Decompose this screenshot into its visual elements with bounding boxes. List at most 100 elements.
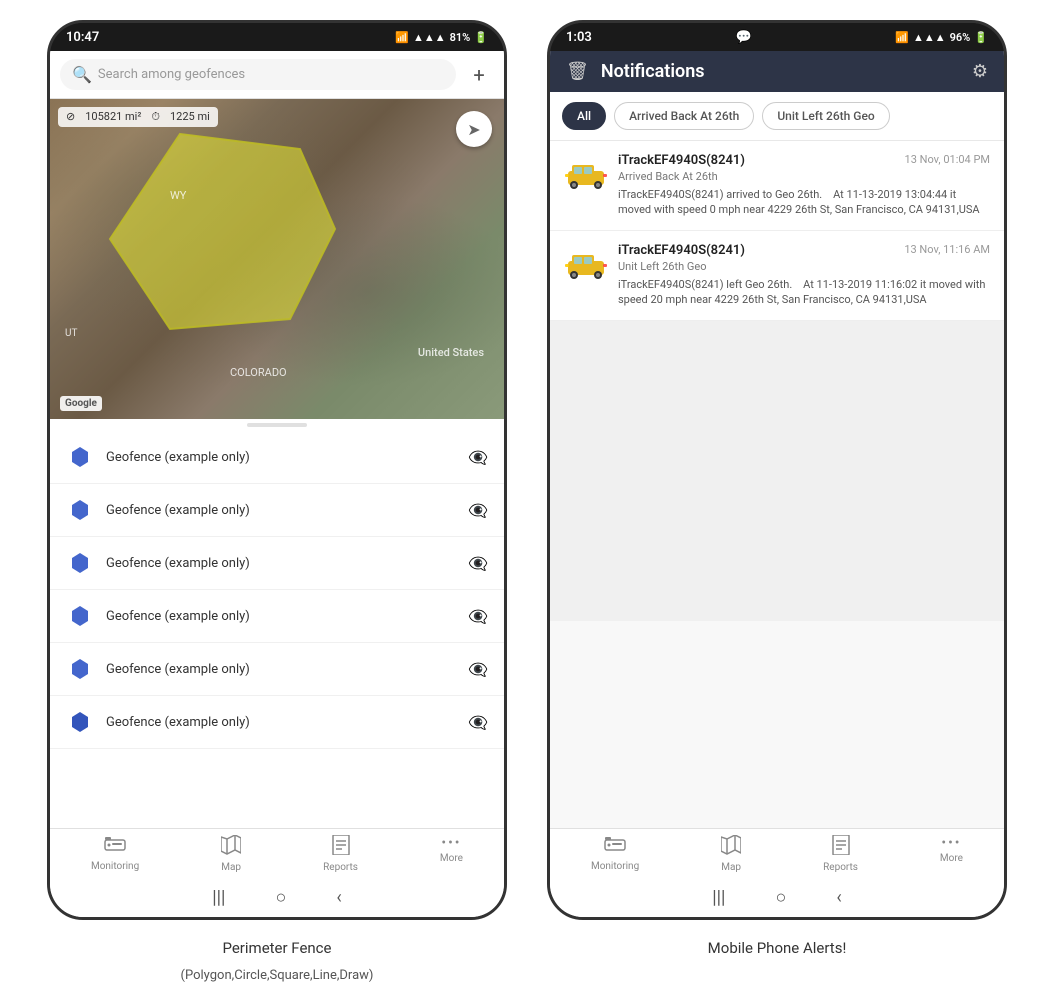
- area-icon: ⊘: [66, 110, 75, 124]
- map-label-colorado: COLORADO: [230, 366, 287, 379]
- geofence-name-2: Geofence (example only): [106, 556, 456, 571]
- geofence-name-3: Geofence (example only): [106, 609, 456, 624]
- nav-more[interactable]: ••• More: [440, 835, 463, 873]
- left-phone-content: 🔍 Search among geofences + ⊘ 105: [50, 51, 504, 917]
- right-back-button[interactable]: ‹: [836, 887, 841, 908]
- filter-tab-left[interactable]: Unit Left 26th Geo: [762, 102, 889, 130]
- eye-icon-0[interactable]: 👁‍🗨: [468, 448, 488, 467]
- right-bottom-nav: Monitoring Map Reports: [550, 828, 1004, 877]
- right-battery-icon: 🔋: [974, 31, 988, 44]
- dist-icon: ⏱: [151, 110, 160, 124]
- geofence-icon-1: [66, 496, 94, 524]
- search-icon: 🔍: [72, 65, 92, 84]
- notif-text-1: iTrackEF4940S(8241) left Geo 26th. At 11…: [618, 277, 990, 308]
- add-geofence-button[interactable]: +: [464, 60, 494, 90]
- eye-icon-3[interactable]: 👁‍🗨: [468, 607, 488, 626]
- notifications-header: 🗑 Notifications ⚙: [550, 51, 1004, 92]
- list-item[interactable]: Geofence (example only) 👁‍🗨: [50, 484, 504, 537]
- map-area[interactable]: ⊘ 105821 mi² ⏱ 1225 mi WY United States …: [50, 99, 504, 419]
- notifications-list: iTrackEF4940S(8241) 13 Nov, 01:04 PM Arr…: [550, 141, 1004, 828]
- left-time: 10:47: [66, 30, 99, 45]
- reports-label: Reports: [323, 862, 358, 873]
- compass-button[interactable]: ➤: [456, 111, 492, 147]
- geofence-name-1: Geofence (example only): [106, 503, 456, 518]
- right-signal-icon: ▲▲▲: [913, 31, 946, 44]
- settings-icon[interactable]: ⚙: [972, 61, 988, 82]
- map-background: ⊘ 105821 mi² ⏱ 1225 mi WY United States …: [50, 99, 504, 419]
- notif-device-0: iTrackEF4940S(8241): [618, 153, 745, 168]
- car-icon-1: [564, 251, 608, 279]
- google-badge: Google: [60, 396, 102, 411]
- filter-tabs: All Arrived Back At 26th Unit Left 26th …: [550, 92, 1004, 141]
- monitoring-label: Monitoring: [91, 861, 139, 872]
- left-system-bar: ||| ○ ‹: [50, 877, 504, 917]
- right-nav-monitoring[interactable]: Monitoring: [591, 835, 639, 873]
- map-stats: ⊘ 105821 mi² ⏱ 1225 mi: [58, 107, 218, 127]
- geofence-icon-0: [66, 443, 94, 471]
- empty-list-area: [550, 321, 1004, 621]
- right-time: 1:03: [566, 30, 592, 45]
- list-item[interactable]: Geofence (example only) 👁‍🗨: [50, 431, 504, 484]
- more-label: More: [440, 853, 463, 864]
- scroll-indicator: [247, 423, 307, 427]
- list-item[interactable]: Geofence (example only) 👁‍🗨: [50, 590, 504, 643]
- chat-icon: 💬: [735, 30, 751, 45]
- geofence-icon-4: [66, 655, 94, 683]
- eye-icon-2[interactable]: 👁‍🗨: [468, 554, 488, 573]
- nav-monitoring[interactable]: Monitoring: [91, 835, 139, 873]
- nav-reports[interactable]: Reports: [323, 835, 358, 873]
- right-nav-reports[interactable]: Reports: [823, 835, 858, 873]
- notif-time-1: 13 Nov, 11:16 AM: [904, 243, 990, 256]
- eye-icon-4[interactable]: 👁‍🗨: [468, 660, 488, 679]
- notif-avatar-0: [564, 153, 608, 197]
- notification-item-1[interactable]: iTrackEF4940S(8241) 13 Nov, 11:16 AM Uni…: [550, 231, 1004, 321]
- reports-icon: [332, 835, 350, 860]
- right-caption: Mobile Phone Alerts!: [708, 938, 847, 959]
- list-item[interactable]: Geofence (example only) 👁‍🗨: [50, 696, 504, 749]
- list-item[interactable]: Geofence (example only) 👁‍🗨: [50, 643, 504, 696]
- nav-map[interactable]: Map: [221, 835, 241, 873]
- notifications-title: Notifications: [601, 61, 960, 82]
- notification-item-0[interactable]: iTrackEF4940S(8241) 13 Nov, 01:04 PM Arr…: [550, 141, 1004, 231]
- eye-icon-1[interactable]: 👁‍🗨: [468, 501, 488, 520]
- car-icon-0: [564, 161, 608, 189]
- trash-icon[interactable]: 🗑: [566, 61, 589, 82]
- back-button[interactable]: ‹: [336, 887, 341, 908]
- right-map-label: Map: [721, 862, 741, 873]
- right-nav-map[interactable]: Map: [721, 835, 741, 873]
- distance-label: 1225 mi: [170, 110, 210, 124]
- left-caption-wrapper: Perimeter Fence (Polygon,Circle,Square,L…: [181, 930, 374, 985]
- right-home-button[interactable]: ○: [775, 887, 786, 908]
- search-input-wrapper[interactable]: 🔍 Search among geofences: [60, 59, 456, 90]
- map-label-us: United States: [418, 346, 484, 359]
- right-monitoring-label: Monitoring: [591, 861, 639, 872]
- more-icon: •••: [441, 835, 461, 851]
- notif-subtitle-1: Unit Left 26th Geo: [618, 260, 990, 273]
- eye-icon-5[interactable]: 👁‍🗨: [468, 713, 488, 732]
- right-status-bar: 1:03 💬 📶 ▲▲▲ 96% 🔋: [550, 23, 1004, 51]
- recent-apps-button[interactable]: |||: [212, 887, 225, 908]
- right-nav-more[interactable]: ••• More: [940, 835, 963, 873]
- right-phone-content: 🗑 Notifications ⚙ All Arrived Back At 26…: [550, 51, 1004, 917]
- filter-tab-all[interactable]: All: [562, 102, 606, 130]
- notif-body-0: iTrackEF4940S(8241) 13 Nov, 01:04 PM Arr…: [618, 153, 990, 218]
- geofence-polygon: [80, 119, 360, 349]
- left-status-icons: 📶 ▲▲▲ 81% 🔋: [395, 31, 488, 44]
- right-caption-wrapper: Mobile Phone Alerts!: [708, 930, 847, 959]
- geofence-list: Geofence (example only) 👁‍🗨 Geofence (ex…: [50, 431, 504, 828]
- wifi-icon: 📶: [395, 31, 409, 44]
- right-battery-label: 96%: [950, 31, 971, 44]
- home-button[interactable]: ○: [275, 887, 286, 908]
- battery-label: 81%: [450, 31, 471, 44]
- notif-avatar-1: [564, 243, 608, 287]
- map-label: Map: [221, 862, 241, 873]
- right-phone-wrapper: 1:03 💬 📶 ▲▲▲ 96% 🔋 🗑 Notifications ⚙: [547, 20, 1007, 959]
- right-status-icons: 📶 ▲▲▲ 96% 🔋: [895, 31, 988, 44]
- right-recent-apps-button[interactable]: |||: [712, 887, 725, 908]
- filter-tab-arrived[interactable]: Arrived Back At 26th: [614, 102, 754, 130]
- left-caption: Perimeter Fence: [181, 938, 374, 959]
- right-more-label: More: [940, 853, 963, 864]
- right-system-bar: ||| ○ ‹: [550, 877, 1004, 917]
- search-input[interactable]: Search among geofences: [98, 67, 245, 82]
- list-item[interactable]: Geofence (example only) 👁‍🗨: [50, 537, 504, 590]
